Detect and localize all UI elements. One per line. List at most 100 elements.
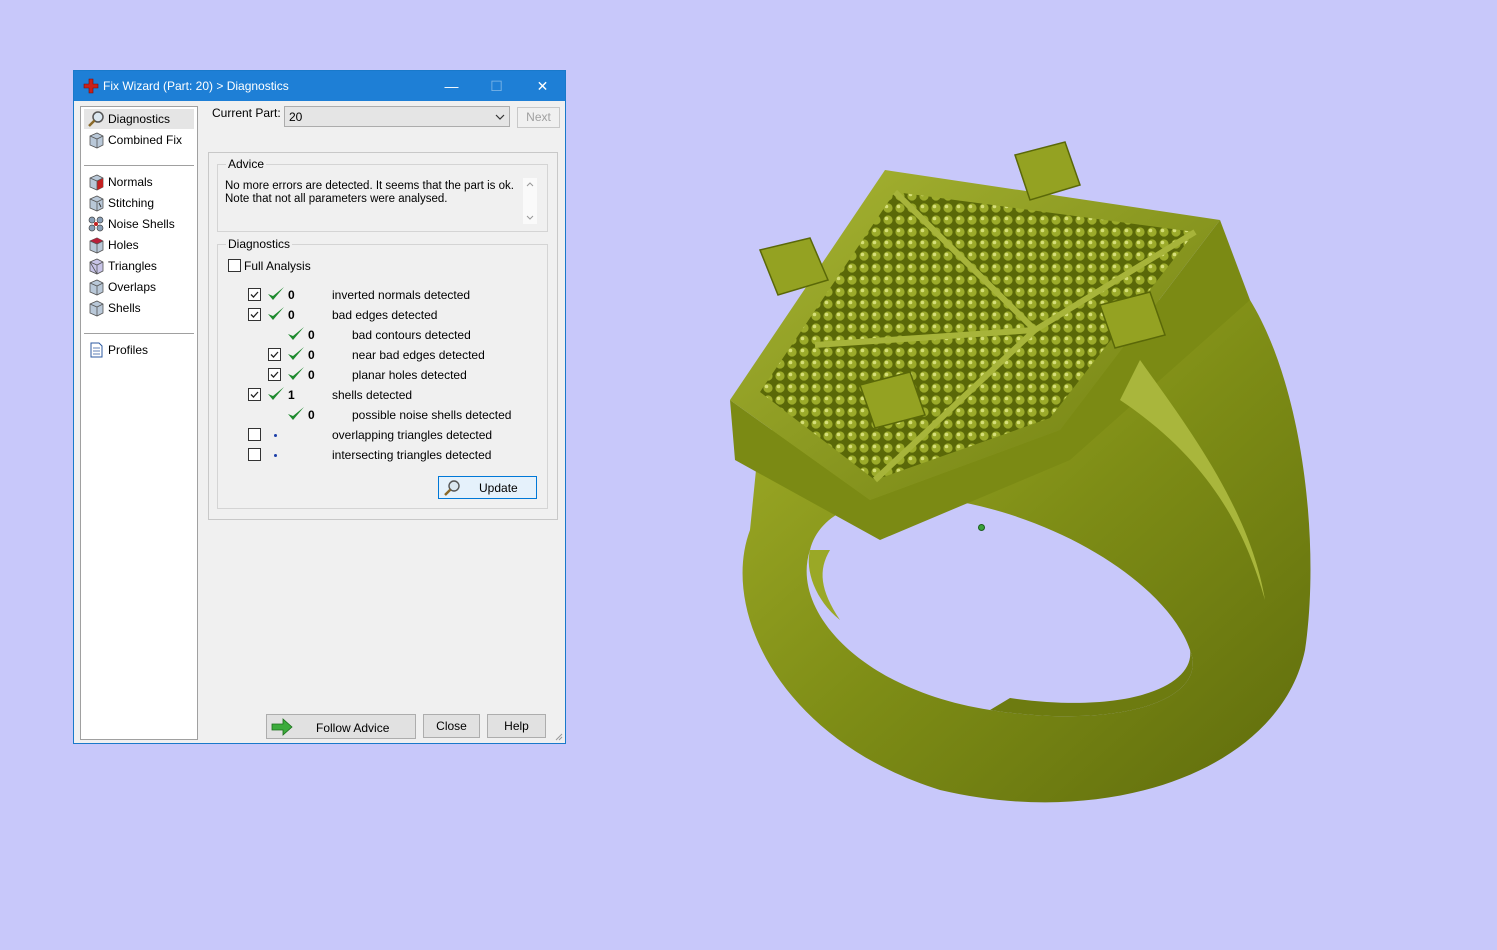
- planar-holes-checkbox[interactable]: [268, 368, 281, 381]
- ok-check-icon: [288, 407, 304, 420]
- update-label: Update: [479, 481, 518, 495]
- help-button[interactable]: Help: [487, 714, 546, 738]
- noise-shells-icon: [88, 216, 104, 232]
- diag-label: shells detected: [332, 388, 413, 402]
- ok-check-icon: [268, 287, 284, 300]
- diag-label: overlapping triangles detected: [332, 428, 493, 442]
- nav-label: Overlaps: [108, 280, 157, 294]
- nav-label: Shells: [108, 301, 141, 315]
- pending-dot-icon: [274, 434, 277, 437]
- advice-text: No more errors are detected. It seems th…: [225, 180, 515, 206]
- nav-label: Holes: [108, 238, 139, 252]
- diag-count: 1: [288, 388, 295, 402]
- full-analysis-checkbox[interactable]: [228, 259, 241, 272]
- current-part-value: 20: [289, 110, 303, 124]
- diag-label: planar holes detected: [352, 368, 467, 382]
- nav-divider: [84, 333, 194, 334]
- checkmark-icon: [270, 351, 279, 358]
- nav-item-overlaps[interactable]: Overlaps: [84, 277, 194, 297]
- checkmark-icon: [250, 391, 259, 398]
- magnifier-icon: [88, 111, 104, 127]
- bad-edges-checkbox[interactable]: [248, 308, 261, 321]
- cube-icon: [89, 132, 104, 149]
- app-cross-icon: [83, 78, 99, 94]
- diag-label: near bad edges detected: [352, 348, 485, 362]
- diag-label: intersecting triangles detected: [332, 448, 492, 462]
- ok-check-icon: [288, 367, 304, 380]
- maximize-button[interactable]: ☐: [474, 71, 519, 101]
- close-button[interactable]: Close: [423, 714, 480, 738]
- advice-scrollbar[interactable]: [523, 178, 537, 224]
- ok-check-icon: [268, 387, 284, 400]
- diag-count: 0: [288, 308, 295, 322]
- holes-cube-icon: [89, 237, 104, 254]
- nav-item-noise-shells[interactable]: Noise Shells: [84, 214, 194, 234]
- diag-label: bad contours detected: [352, 328, 471, 342]
- nav-label: Normals: [108, 175, 153, 189]
- update-button[interactable]: Update: [438, 476, 537, 499]
- diag-label: possible noise shells detected: [352, 408, 512, 422]
- checkmark-icon: [270, 371, 279, 378]
- ok-check-icon: [288, 327, 304, 340]
- resize-grip-icon[interactable]: [553, 731, 563, 741]
- triangles-cube-icon: [89, 258, 104, 275]
- ok-check-icon: [288, 347, 304, 360]
- minimize-button[interactable]: —: [429, 71, 474, 101]
- nav-label: Stitching: [108, 196, 155, 210]
- magnifier-icon: [444, 480, 460, 496]
- diag-label: inverted normals detected: [332, 288, 471, 302]
- diag-count: 0: [308, 348, 315, 362]
- nav-label: Combined Fix: [108, 133, 183, 147]
- window-title: Fix Wizard (Part: 20) > Diagnostics: [103, 79, 289, 93]
- current-part-label: Current Part:: [212, 106, 281, 120]
- ring-3d-model[interactable]: [690, 130, 1340, 810]
- pivot-point-icon[interactable]: [978, 524, 985, 531]
- diag-label: bad edges detected: [332, 308, 438, 322]
- nav-label: Profiles: [108, 343, 149, 357]
- diag-count: 0: [308, 408, 315, 422]
- nav-item-shells[interactable]: Shells: [84, 298, 194, 318]
- nav-label: Noise Shells: [108, 217, 175, 231]
- inverted-normals-checkbox[interactable]: [248, 288, 261, 301]
- nav-divider: [84, 165, 194, 166]
- wizard-navigation: Diagnostics Combined Fix Normals Stitchi…: [80, 106, 198, 740]
- chevron-down-icon: [495, 114, 505, 120]
- shells-checkbox[interactable]: [248, 388, 261, 401]
- scroll-down-icon: [526, 215, 534, 220]
- advice-line: Note that not all parameters were analys…: [225, 193, 448, 205]
- intersecting-triangles-checkbox[interactable]: [248, 448, 261, 461]
- near-bad-edges-checkbox[interactable]: [268, 348, 281, 361]
- diag-count: 0: [288, 288, 295, 302]
- pending-dot-icon: [274, 454, 277, 457]
- current-part-select[interactable]: 20: [284, 106, 510, 127]
- nav-item-combined-fix[interactable]: Combined Fix: [84, 130, 194, 150]
- follow-advice-button[interactable]: Follow Advice: [266, 714, 416, 739]
- checkmark-icon: [250, 291, 259, 298]
- ok-check-icon: [268, 307, 284, 320]
- document-icon: [90, 342, 103, 358]
- overlapping-triangles-checkbox[interactable]: [248, 428, 261, 441]
- fix-wizard-window: Fix Wizard (Part: 20) > Diagnostics — ☐ …: [73, 70, 566, 744]
- full-analysis-label[interactable]: Full Analysis: [244, 259, 311, 273]
- nav-item-diagnostics[interactable]: Diagnostics: [84, 109, 194, 129]
- next-button[interactable]: Next: [517, 107, 560, 128]
- normals-cube-icon: [89, 174, 104, 191]
- nav-item-profiles[interactable]: Profiles: [84, 340, 194, 360]
- stitching-cube-icon: [89, 195, 104, 212]
- title-bar[interactable]: Fix Wizard (Part: 20) > Diagnostics — ☐ …: [74, 71, 565, 101]
- scroll-up-icon: [526, 182, 534, 187]
- nav-label: Diagnostics: [108, 112, 171, 126]
- nav-item-holes[interactable]: Holes: [84, 235, 194, 255]
- nav-label: Triangles: [108, 259, 157, 273]
- advice-line: No more errors are detected. It seems th…: [225, 180, 514, 192]
- diagnostics-legend: Diagnostics: [226, 237, 293, 251]
- arrow-right-icon: [271, 718, 293, 736]
- advice-group: Advice No more errors are detected. It s…: [217, 157, 548, 232]
- nav-item-normals[interactable]: Normals: [84, 172, 194, 192]
- overlaps-cube-icon: [89, 279, 104, 296]
- diag-count: 0: [308, 368, 315, 382]
- diag-count: 0: [308, 328, 315, 342]
- close-window-button[interactable]: ✕: [520, 71, 565, 101]
- nav-item-triangles[interactable]: Triangles: [84, 256, 194, 276]
- nav-item-stitching[interactable]: Stitching: [84, 193, 194, 213]
